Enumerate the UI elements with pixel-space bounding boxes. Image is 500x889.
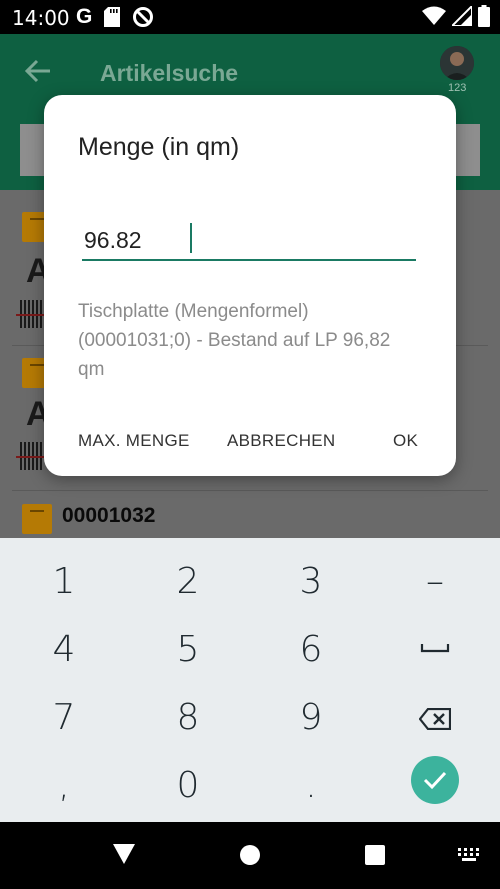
status-icons-left: G: [76, 5, 154, 29]
dialog-message: Tischplatte (Mengenformel) (00001031;0) …: [78, 301, 391, 380]
sd-card-icon: [104, 7, 121, 27]
status-icons-right: [422, 5, 490, 27]
divider: [12, 490, 488, 491]
key-3[interactable]: 3: [281, 552, 341, 612]
text-cursor: [190, 223, 192, 253]
back-icon[interactable]: [113, 844, 135, 864]
dialog-title: Menge (in qm): [78, 133, 240, 161]
key-minus[interactable]: –: [405, 552, 465, 612]
key-2[interactable]: 2: [158, 552, 218, 612]
check-icon: [423, 771, 447, 790]
key-0[interactable]: 0: [158, 756, 218, 816]
key-1[interactable]: 1: [34, 552, 94, 612]
home-icon[interactable]: [240, 845, 260, 865]
google-icon: G: [76, 5, 93, 28]
page-title: Artikelsuche: [100, 60, 239, 86]
signal-icon: [452, 6, 472, 26]
navigation-bar: [0, 822, 500, 889]
key-8[interactable]: 8: [158, 688, 218, 748]
barcode-icon: [16, 300, 46, 328]
numeric-keyboard: 1 2 3 – 4 5 6 7 8 9 , 0 .: [0, 538, 500, 822]
space-key-icon[interactable]: [420, 642, 450, 654]
avatar-badge: 123: [448, 82, 467, 94]
status-bar: 14:00 G: [0, 0, 500, 34]
item-number: 00001032: [62, 504, 156, 527]
ok-button[interactable]: OK: [393, 431, 418, 451]
status-time: 14:00: [12, 6, 70, 30]
key-4[interactable]: 4: [34, 620, 94, 680]
key-5[interactable]: 5: [158, 620, 218, 680]
max-quantity-button[interactable]: MAX. MENGE: [78, 431, 190, 451]
box-icon: [22, 504, 52, 534]
keyboard-switch-icon[interactable]: [458, 848, 480, 862]
key-period[interactable]: .: [281, 756, 341, 816]
recents-icon[interactable]: [365, 845, 385, 865]
avatar[interactable]: [440, 46, 474, 80]
barcode-icon: [16, 442, 46, 470]
key-7[interactable]: 7: [34, 688, 94, 748]
battery-icon: [478, 5, 490, 27]
quantity-input[interactable]: [82, 221, 416, 261]
back-arrow-icon[interactable]: [24, 59, 52, 83]
wifi-icon: [422, 6, 446, 25]
key-6[interactable]: 6: [281, 620, 341, 680]
enter-button[interactable]: [411, 756, 459, 804]
data-saver-icon: [133, 7, 154, 27]
key-9[interactable]: 9: [281, 688, 341, 748]
cancel-button[interactable]: ABBRECHEN: [227, 431, 336, 451]
quantity-dialog: Menge (in qm) Tischplatte (Mengenformel)…: [44, 95, 456, 476]
avatar-image: [440, 46, 474, 80]
backspace-icon[interactable]: [419, 708, 451, 730]
key-comma[interactable]: ,: [34, 756, 94, 816]
